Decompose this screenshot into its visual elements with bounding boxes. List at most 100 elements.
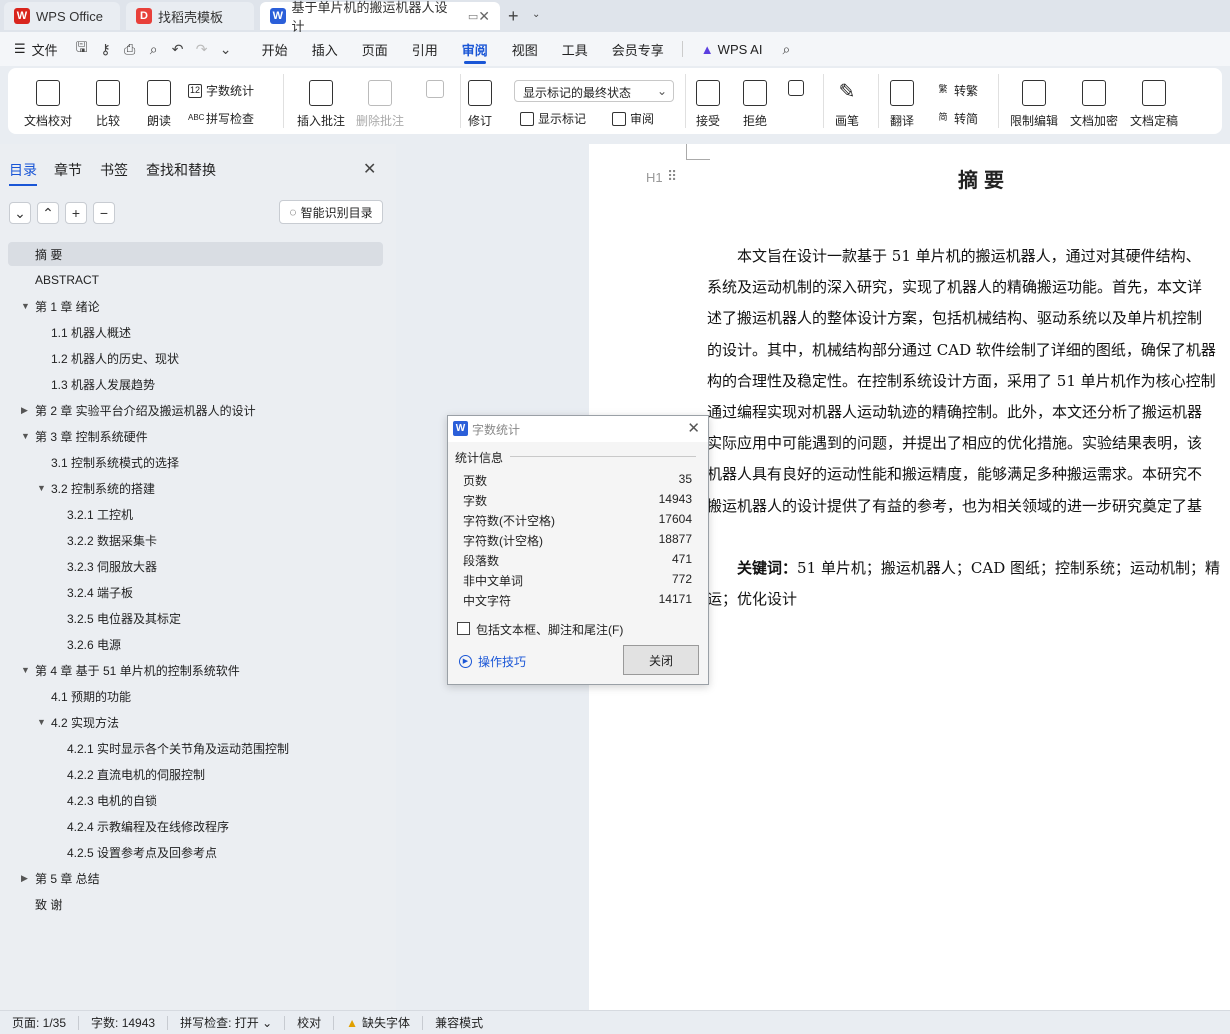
status-missing-font[interactable]: ▲ 缺失字体 [334, 1014, 422, 1031]
toc-item[interactable]: 致 谢 [8, 892, 383, 916]
prev-change-button[interactable] [788, 80, 804, 102]
remove-heading-button[interactable]: − [93, 202, 115, 224]
close-tab-icon[interactable]: ✕ [478, 8, 490, 25]
menu-start[interactable]: 开始 [250, 32, 300, 66]
toc-item[interactable]: ▼ 4.2 实现方法 [8, 710, 383, 734]
nav-tab-find-replace[interactable]: 查找和替换 [146, 160, 216, 180]
toc-item[interactable]: ▶ 第 2 章 实验平台介绍及搬运机器人的设计 [8, 398, 383, 422]
review-pane-button[interactable]: 审阅 [612, 110, 654, 127]
accept-button[interactable]: 接受 [696, 80, 720, 129]
menu-review[interactable]: 审阅 [450, 32, 500, 66]
menu-member[interactable]: 会员专享 [600, 32, 676, 66]
toc-item[interactable]: 1.3 机器人发展趋势 [8, 372, 383, 396]
encrypt-button[interactable]: 文档加密 [1070, 80, 1118, 129]
to-traditional-button[interactable]: 繁 转繁 [936, 82, 978, 99]
toc-item[interactable]: 1.1 机器人概述 [8, 320, 383, 344]
expand-arrow-icon[interactable]: ▼ [37, 483, 46, 493]
close-button[interactable]: 关闭 [623, 645, 699, 675]
status-proof[interactable]: 校对 [285, 1014, 333, 1031]
expand-arrow-icon[interactable]: ▼ [37, 717, 46, 727]
menu-reference[interactable]: 引用 [400, 32, 450, 66]
revise-button[interactable]: 修订 [468, 80, 492, 129]
word-count-button[interactable]: 12 字数统计 [188, 82, 254, 99]
file-menu[interactable]: ☰ 文件 [0, 32, 70, 66]
toc-item[interactable]: 3.2.1 工控机 [8, 502, 383, 526]
dialog-titlebar[interactable]: W 字数统计 ✕ [448, 416, 708, 442]
markup-state-select[interactable]: 显示标记的最终状态 ⌄ [514, 80, 674, 102]
toc-item[interactable]: 3.2.3 伺服放大器 [8, 554, 383, 578]
menu-page[interactable]: 页面 [350, 32, 400, 66]
compare-button[interactable]: 比较 [96, 80, 120, 129]
restrict-edit-button[interactable]: 限制编辑 [1010, 80, 1058, 129]
toc-item[interactable]: ▼ 第 3 章 控制系统硬件 [8, 424, 383, 448]
to-simplified-button[interactable]: 简 转简 [936, 110, 978, 127]
toc-item[interactable]: 3.2.6 电源 [8, 632, 383, 656]
toc-item[interactable]: 4.2.5 设置参考点及回参考点 [8, 840, 383, 864]
print-icon[interactable]: ⎙ [118, 32, 142, 66]
redo-icon[interactable]: ↷ [190, 32, 214, 66]
delete-comment-button[interactable]: 删除批注 [356, 80, 404, 129]
toc-item[interactable]: ▼ 3.2 控制系统的搭建 [8, 476, 383, 500]
undo-icon[interactable]: ↶ [166, 32, 190, 66]
save-icon[interactable]: 🖫 [70, 32, 94, 66]
toc-item[interactable]: ▼ 第 4 章 基于 51 单片机的控制系统软件 [8, 658, 383, 682]
doc-proofread-button[interactable]: 文档校对 [24, 80, 72, 129]
search-icon[interactable]: ⌕ [774, 32, 798, 66]
add-heading-button[interactable]: + [65, 202, 87, 224]
toc-item[interactable]: 4.2.2 直流电机的伺服控制 [8, 762, 383, 786]
close-pane-icon[interactable]: ✕ [363, 159, 376, 179]
status-words[interactable]: 字数: 14943 [79, 1014, 167, 1031]
toc-item[interactable]: 1.2 机器人的历史、现状 [8, 346, 383, 370]
show-markup-button[interactable]: 显示标记 [520, 110, 586, 127]
nav-tab-toc[interactable]: 目录 [9, 160, 37, 186]
toc-item[interactable]: 3.2.5 电位器及其标定 [8, 606, 383, 630]
nav-tab-chapters[interactable]: 章节 [54, 160, 82, 180]
toc-item[interactable]: ABSTRACT [8, 268, 383, 292]
toc-item[interactable]: ▶ 第 5 章 总结 [8, 866, 383, 890]
translate-button[interactable]: 翻译 [890, 80, 914, 129]
smart-toc-button[interactable]: ◌ 智能识别目录 [279, 200, 383, 224]
reject-button[interactable]: 拒绝 [743, 80, 767, 129]
menu-insert[interactable]: 插入 [300, 32, 350, 66]
key-icon[interactable]: ⚷ [94, 32, 118, 66]
collapse-all-button[interactable]: ⌄ [9, 202, 31, 224]
toc-item[interactable]: 4.2.3 电机的自锁 [8, 788, 383, 812]
print-preview-icon[interactable]: ⌕ [142, 32, 166, 66]
tab-document[interactable]: W 基于单片机的搬运机器人设计 ▭ ✕ [260, 0, 500, 34]
toc-item[interactable]: 3.2.4 端子板 [8, 580, 383, 604]
insert-comment-button[interactable]: 插入批注 [297, 80, 345, 129]
expand-arrow-icon[interactable]: ▼ [21, 665, 30, 675]
status-spell[interactable]: 拼写检查: 打开 ⌄ [168, 1014, 284, 1031]
menu-view[interactable]: 视图 [500, 32, 550, 66]
status-page[interactable]: 页面: 1/35 [0, 1014, 78, 1031]
toc-item[interactable]: 摘 要 [8, 242, 383, 266]
new-tab-icon[interactable]: + [508, 6, 519, 27]
expand-arrow-icon[interactable]: ▼ [21, 301, 30, 311]
toc-item[interactable]: 3.1 控制系统模式的选择 [8, 450, 383, 474]
collapse-arrow-icon[interactable]: ▶ [21, 405, 28, 416]
nav-tab-bookmarks[interactable]: 书签 [100, 160, 128, 180]
include-textbox-checkbox[interactable] [457, 622, 470, 635]
toc-item[interactable]: 3.2.2 数据采集卡 [8, 528, 383, 552]
tab-template[interactable]: D 找稻壳模板 [126, 2, 254, 30]
toc-item[interactable]: 4.1 预期的功能 [8, 684, 383, 708]
wps-ai-button[interactable]: ▲ WPS AI [689, 32, 775, 66]
expand-up-button[interactable]: ⌃ [37, 202, 59, 224]
more-chevron-icon[interactable]: ⌄ [214, 32, 238, 66]
toc-item[interactable]: ▼ 第 1 章 绪论 [8, 294, 383, 318]
spell-check-button[interactable]: ABC 拼写检查 [188, 110, 254, 127]
window-icon[interactable]: ▭ [468, 10, 478, 23]
menu-tools[interactable]: 工具 [550, 32, 600, 66]
read-aloud-button[interactable]: 朗读 [147, 80, 171, 129]
toc-item[interactable]: 4.2.1 实时显示各个关节角及运动范围控制 [8, 736, 383, 760]
expand-arrow-icon[interactable]: ▼ [21, 431, 30, 441]
toc-item[interactable]: 4.2.4 示教编程及在线修改程序 [8, 814, 383, 838]
drag-handle-icon[interactable]: ⠿ [667, 168, 677, 185]
collapse-arrow-icon[interactable]: ▶ [21, 873, 28, 884]
tips-link[interactable]: ▶ 操作技巧 [459, 653, 526, 670]
pen-button[interactable]: ✎ 画笔 [835, 80, 859, 129]
tab-wps-office[interactable]: W WPS Office [4, 2, 120, 30]
finalize-button[interactable]: 文档定稿 [1130, 80, 1178, 129]
dialog-close-icon[interactable]: ✕ [687, 419, 700, 437]
prev-comment-button[interactable] [426, 80, 444, 104]
